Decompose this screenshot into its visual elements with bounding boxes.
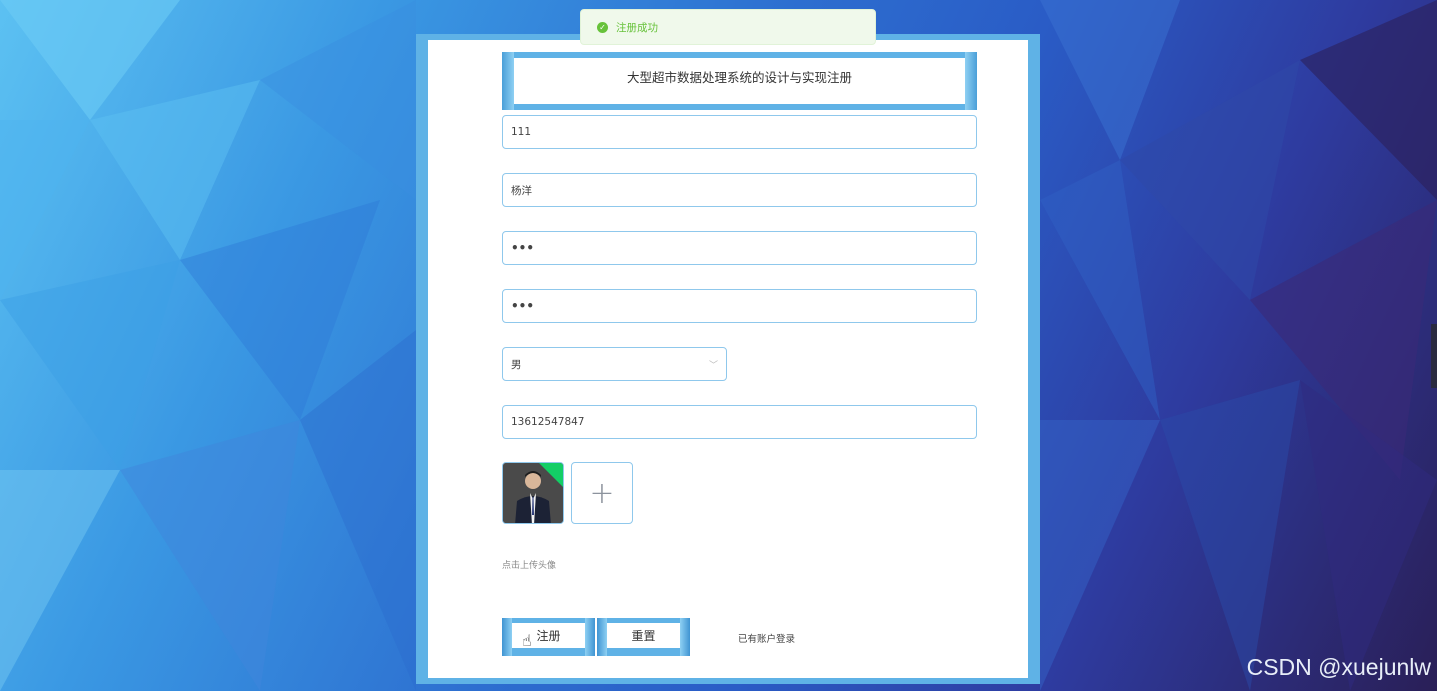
success-toast: ✓ 注册成功	[580, 9, 876, 45]
register-form: 大型超市数据处理系统的设计与实现注册 111 杨洋 ••• ••• 男 ﹀ 13…	[428, 40, 1028, 678]
hand-cursor-icon: ☝	[522, 631, 532, 650]
name-input[interactable]: 杨洋	[502, 173, 977, 207]
gender-value: 男	[511, 358, 522, 371]
plus-icon: +	[589, 475, 615, 511]
name-value: 杨洋	[511, 184, 532, 197]
account-value: 111	[511, 126, 532, 138]
account-input[interactable]: 111	[502, 115, 977, 149]
register-card: 大型超市数据处理系统的设计与实现注册 111 杨洋 ••• ••• 男 ﹀ 13…	[416, 34, 1040, 684]
confirm-password-value: •••	[511, 299, 535, 313]
phone-value: 13612547847	[511, 416, 585, 428]
upload-tip: 点击上传头像	[502, 561, 557, 571]
chevron-down-icon: ﹀	[708, 360, 718, 371]
reset-button-label: 重置	[607, 623, 680, 648]
password-value: •••	[511, 241, 535, 255]
phone-input[interactable]: 13612547847	[502, 405, 977, 439]
toast-message: 注册成功	[616, 21, 658, 34]
form-title: 大型超市数据处理系统的设计与实现注册	[514, 58, 965, 104]
avatar-preview[interactable]	[502, 462, 564, 524]
avatar-upload-button[interactable]: +	[571, 462, 633, 524]
login-link[interactable]: 已有账户登录	[738, 631, 795, 645]
upload-success-corner	[539, 463, 563, 487]
form-title-box: 大型超市数据处理系统的设计与实现注册	[502, 52, 977, 110]
gender-select[interactable]: 男 ﹀	[502, 347, 727, 381]
register-button[interactable]: 注册	[502, 618, 595, 656]
watermark: CSDN @xuejunlw	[1246, 654, 1431, 680]
side-tab	[1431, 324, 1437, 388]
confirm-password-input[interactable]: •••	[502, 289, 977, 323]
password-input[interactable]: •••	[502, 231, 977, 265]
check-circle-icon: ✓	[597, 21, 608, 33]
reset-button[interactable]: 重置	[597, 618, 690, 656]
